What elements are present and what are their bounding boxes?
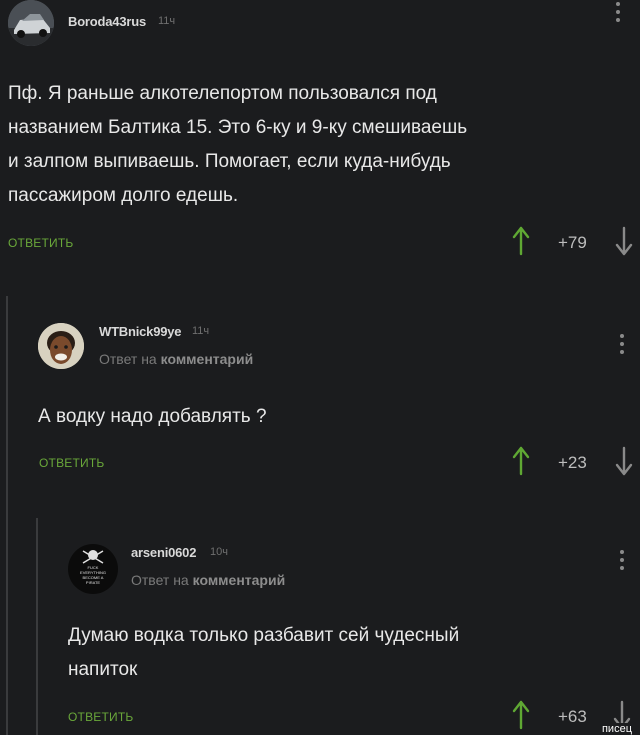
comment-text: Пф. Я раньше алкотелепортом пользовался … xyxy=(8,83,468,206)
comment-text: Думаю водка только разбавит сей чудесный… xyxy=(68,625,460,680)
avatar[interactable]: FUCK EVERYTHING BECOME A PIRATE xyxy=(68,544,118,594)
reply-button[interactable]: ОТВЕТИТЬ xyxy=(39,456,104,470)
comment-text: А водку надо добавлять ? xyxy=(38,406,267,427)
reply-button[interactable]: ОТВЕТИТЬ xyxy=(68,710,133,724)
thread-line-level-1 xyxy=(6,296,8,735)
reply-to-label[interactable]: Ответ на комментарий xyxy=(99,351,253,367)
upvote-arrow-icon[interactable] xyxy=(511,226,531,256)
more-options-icon[interactable] xyxy=(616,2,622,26)
username[interactable]: WTBnick99ye xyxy=(99,324,182,339)
reply-button[interactable]: ОТВЕТИТЬ xyxy=(8,236,73,250)
avatar[interactable] xyxy=(8,0,54,46)
username[interactable]: arseni0602 xyxy=(131,545,196,560)
reply-to-label[interactable]: Ответ на комментарий xyxy=(131,572,285,588)
more-options-icon[interactable] xyxy=(620,550,626,574)
downvote-arrow-icon[interactable] xyxy=(614,446,634,476)
upvote-arrow-icon[interactable] xyxy=(511,446,531,476)
rating-score: +63 xyxy=(558,707,587,726)
pirate-avatar-image: FUCK EVERYTHING BECOME A PIRATE xyxy=(68,544,118,594)
skull-icon xyxy=(82,550,104,564)
timestamp: 11ч xyxy=(158,15,176,27)
watermark: писец xyxy=(599,723,634,735)
rating-score: +79 xyxy=(558,233,587,252)
downvote-arrow-icon[interactable] xyxy=(614,226,634,256)
car-avatar-image xyxy=(8,0,54,46)
timestamp: 10ч xyxy=(210,546,228,558)
thread-line-level-2 xyxy=(36,518,38,735)
upvote-arrow-icon[interactable] xyxy=(511,700,531,730)
username[interactable]: Boroda43rus xyxy=(68,14,146,29)
more-options-icon[interactable] xyxy=(620,334,626,358)
timestamp: 11ч xyxy=(192,325,210,337)
face-avatar-image xyxy=(38,323,84,369)
avatar[interactable] xyxy=(38,323,84,369)
rating-score: +23 xyxy=(558,453,587,472)
